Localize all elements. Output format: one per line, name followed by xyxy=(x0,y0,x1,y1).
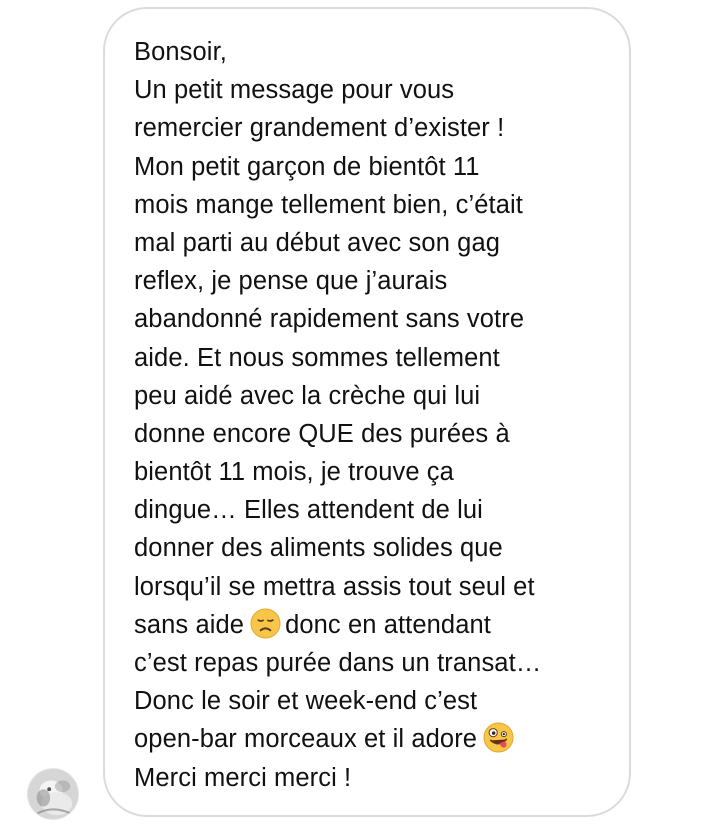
message-line: Donc le soir et week-end c’est xyxy=(134,687,478,716)
message-line: reflex, je pense que j’aurais xyxy=(134,267,448,296)
message-line: mal parti au début avec son gag xyxy=(134,228,501,257)
message-line: sans aide donc en attendant xyxy=(134,606,611,644)
avatar-photo-icon xyxy=(28,769,78,819)
message-line: dingue… Elles attendent de lui xyxy=(134,496,483,525)
message-line: donner des aliments solides que xyxy=(134,534,503,563)
message-segment: sans aide xyxy=(134,610,245,639)
message-line: lorsqu’il se mettra assis tout seul et xyxy=(134,572,535,601)
conversation-view: Bonsoir, Un petit message pour vous reme… xyxy=(0,0,715,834)
message-bubble[interactable]: Bonsoir, Un petit message pour vous reme… xyxy=(103,7,631,817)
message-line: donne encore QUE des purées à xyxy=(134,419,510,448)
message-line: peu aidé avec la crèche qui lui xyxy=(134,381,481,410)
message-line: c’est repas purée dans un transat… xyxy=(134,649,542,677)
message-segment: open-bar morceaux et il adore xyxy=(134,725,478,754)
zany-face-icon xyxy=(483,722,514,753)
message-segment: donc en attendant xyxy=(285,610,491,639)
message-line: open-bar morceaux et il adore xyxy=(134,720,611,758)
message-line: Bonsoir, xyxy=(134,38,227,66)
message-line: Merci merci merci ! xyxy=(134,763,352,792)
message-text: Bonsoir, Un petit message pour vous reme… xyxy=(134,33,611,797)
message-line: aide. Et nous sommes tellement xyxy=(134,343,500,372)
sender-avatar[interactable] xyxy=(27,768,79,820)
message-line: bientôt 11 mois, je trouve ça xyxy=(134,458,454,487)
message-line: Un petit message pour vous xyxy=(134,76,455,105)
message-line: Mon petit garçon de bientôt 11 xyxy=(134,152,480,181)
message-line: remercier grandement d’exister ! xyxy=(134,114,505,143)
message-line: abandonné rapidement sans votre xyxy=(134,305,525,334)
message-line: mois mange tellement bien, c’était xyxy=(134,190,523,219)
disappointed-face-icon xyxy=(250,608,281,639)
